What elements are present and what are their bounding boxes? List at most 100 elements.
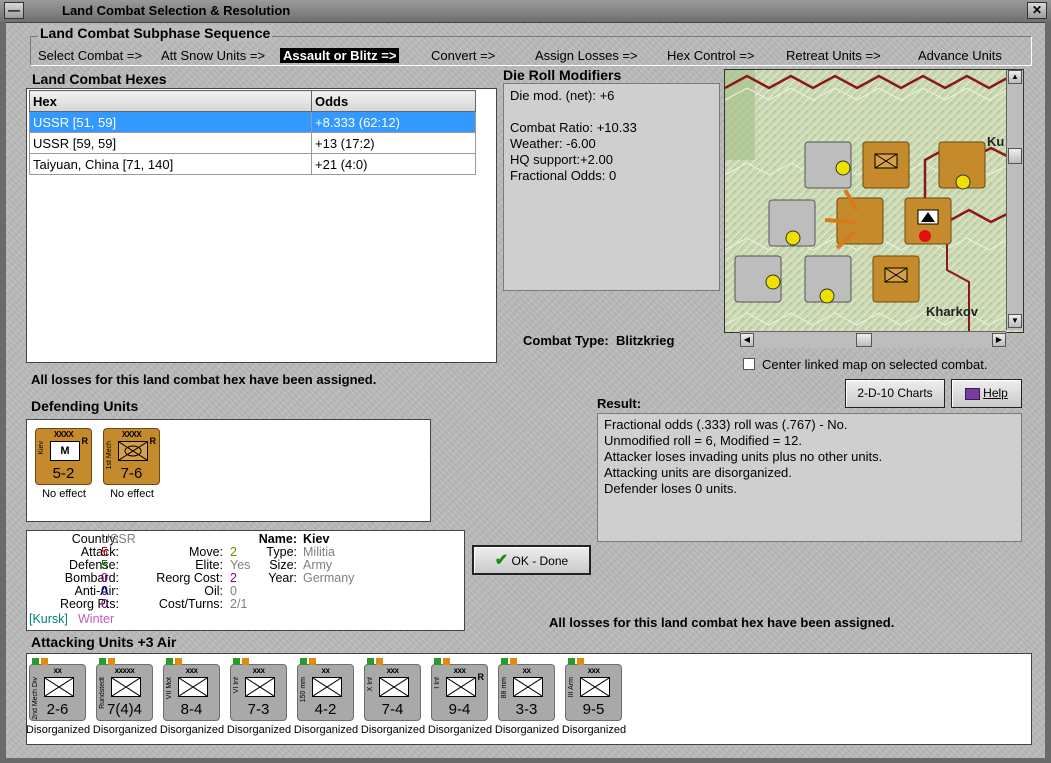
unit-status: Disorganized: [427, 724, 493, 736]
unit-name: I Inf: [434, 677, 441, 689]
hexes-list: Hex Odds USSR [51, 59] +8.333 (62:12) US…: [26, 88, 497, 363]
combat-type-label: Combat Type:: [523, 333, 609, 348]
map-hex-grid: Ku Kharkov: [725, 70, 1023, 332]
land-combat-window: — Land Combat Selection & Resolution ✕ L…: [0, 0, 1051, 763]
unit-symbol-icon: [446, 677, 476, 697]
attacking-title: Attacking Units +3 Air: [31, 634, 177, 650]
year-value: Germany: [303, 571, 355, 585]
checkmark-icon: ✔: [494, 552, 509, 569]
sequence-title: Land Combat Subphase Sequence: [38, 25, 273, 41]
scroll-thumb-horizontal[interactable]: [856, 333, 872, 347]
system-menu-icon[interactable]: —: [4, 2, 24, 19]
sequence-step-convert[interactable]: Convert =>: [431, 48, 495, 63]
close-icon[interactable]: ✕: [1027, 2, 1047, 19]
table-row[interactable]: Taiyuan, China [71, 140] +21 (4:0): [29, 153, 476, 175]
odds-cell: +13 (17:2): [311, 132, 476, 154]
attacking-units-row: xx 2nd Mech Div 2-6 Disorganized xxxxx Rundst…: [26, 653, 1032, 745]
attacking-unit-counter[interactable]: xxxxx Rundstedt 7(4)4: [96, 658, 153, 721]
unit-symbol-icon: [111, 677, 141, 697]
column-header-odds[interactable]: Odds: [311, 90, 476, 112]
unit-strength: 7-3: [247, 701, 270, 718]
map-horizontal-scrollbar[interactable]: ◀ ▶: [740, 331, 1006, 348]
unit-strength: 8-4: [180, 701, 203, 718]
map-label-kharkov: Kharkov: [926, 304, 979, 319]
attacking-unit-counter[interactable]: xxx R I Inf 9-4: [431, 658, 488, 721]
scroll-up-icon[interactable]: ▲: [1008, 70, 1022, 84]
unit-status-dots: [32, 658, 50, 665]
unit-strength: 4-2: [314, 701, 337, 718]
unit-status: Disorganized: [293, 724, 359, 736]
unit-symbol-icon: [44, 677, 74, 697]
linked-map[interactable]: Ku Kharkov: [724, 69, 1024, 333]
cost-turns-value: 2/1: [230, 597, 248, 611]
help-book-icon: [965, 387, 981, 400]
map-vertical-scrollbar[interactable]: ▲ ▼: [1006, 70, 1023, 330]
unit-size: xxx: [386, 666, 399, 675]
result-line: Unmodified roll = 6, Modified = 12.: [604, 433, 802, 448]
sequence-step-att-snow-units[interactable]: Att Snow Units =>: [161, 48, 265, 63]
table-row[interactable]: USSR [51, 59] +8.333 (62:12): [29, 111, 476, 133]
mech-infantry-symbol-icon: [118, 441, 148, 461]
center-map-checkbox[interactable]: [743, 358, 755, 370]
modifier-line: HQ support:+2.00: [510, 152, 613, 167]
center-map-label: Center linked map on selected combat.: [762, 357, 988, 372]
attacking-unit-counter[interactable]: xx 2nd Mech Div 2-6: [29, 658, 86, 721]
unit-symbol-icon: [245, 677, 275, 697]
sequence-step-assign-losses[interactable]: Assign Losses =>: [535, 48, 638, 63]
unit-info-panel: Country: USSR Attack: 5 Defense: 5 Bomba…: [26, 530, 465, 631]
unit-status: Disorganized: [226, 724, 292, 736]
odds-cell: +21 (4:0): [311, 153, 476, 175]
unit-size: xx: [53, 666, 62, 675]
attacking-unit-counter[interactable]: xxx X Inf 7-4: [364, 658, 421, 721]
unit-strength: 2-6: [46, 701, 69, 718]
attacking-unit-counter[interactable]: xx 150 mm 4-2: [297, 658, 354, 721]
sequence-step-advance-units[interactable]: Advance Units: [918, 48, 1002, 63]
defending-title: Defending Units: [31, 398, 139, 414]
militia-symbol-icon: M: [50, 441, 80, 461]
unit-size: xxxxx: [114, 666, 135, 675]
attacking-unit-counter[interactable]: xx 88 mm 3-3: [498, 658, 555, 721]
hex-cell: USSR [59, 59]: [29, 132, 312, 154]
column-header-hex[interactable]: Hex: [29, 90, 312, 112]
odds-cell: +8.333 (62:12): [311, 111, 476, 133]
title-bar: — Land Combat Selection & Resolution ✕: [0, 0, 1051, 23]
losses-message-top: All losses for this land combat hex have…: [31, 372, 377, 387]
unit-strength: 3-3: [515, 701, 538, 718]
unit-strength: 9-5: [582, 701, 605, 718]
attacking-unit-counter[interactable]: xxx VI Inf 7-3: [230, 658, 287, 721]
scroll-down-icon[interactable]: ▼: [1008, 314, 1022, 328]
sequence-step-hex-control[interactable]: Hex Control =>: [667, 48, 754, 63]
cost-turns-label: Cost/Turns:: [158, 597, 223, 611]
scroll-right-icon[interactable]: ▶: [992, 333, 1006, 347]
reorg-pts-value: 0: [101, 597, 108, 611]
unit-status: Disorganized: [92, 724, 158, 736]
unit-status-dots: [501, 658, 519, 665]
unit-reserve-mark: R: [149, 436, 157, 446]
unit-name: X Inf: [367, 677, 374, 692]
sequence-step-assault-or-blitz[interactable]: Assault or Blitz =>: [280, 48, 400, 63]
unit-symbol-icon: [513, 677, 543, 697]
window-title: Land Combat Selection & Resolution: [62, 3, 291, 18]
ok-done-button[interactable]: ✔ OK - Done: [472, 545, 591, 575]
scroll-left-icon[interactable]: ◀: [740, 333, 754, 347]
unit-size: xx: [522, 666, 531, 675]
modifier-line: Die mod. (net): +6: [510, 88, 615, 103]
attacking-unit-counter[interactable]: xxx III Arm 9-5: [565, 658, 622, 721]
help-button[interactable]: Help: [951, 379, 1022, 408]
scroll-thumb-vertical[interactable]: [1008, 148, 1022, 164]
unit-name: 150 mm: [300, 677, 307, 703]
unit-status: Disorganized: [561, 724, 627, 736]
unit-size: xx: [321, 666, 330, 675]
sequence-step-select-combat[interactable]: Select Combat =>: [38, 48, 142, 63]
table-row[interactable]: USSR [59, 59] +13 (17:2): [29, 132, 476, 154]
defending-unit-counter[interactable]: XXXX R 1st Mech 7-6: [103, 428, 160, 485]
sequence-step-retreat-units[interactable]: Retreat Units =>: [786, 48, 881, 63]
result-line: Attacking units are disorganized.: [604, 465, 792, 480]
defending-unit-counter[interactable]: XXXX R Kiev M 5-2: [35, 428, 92, 485]
combat-type-value: Blitzkrieg: [615, 333, 675, 348]
charts-button[interactable]: 2-D-10 Charts: [845, 379, 945, 408]
unit-strength: 7-4: [381, 701, 404, 718]
attacking-unit-counter[interactable]: xxx VII Mot 8-4: [163, 658, 220, 721]
unit-status-dots: [367, 658, 385, 665]
unit-size: xxx: [252, 666, 265, 675]
